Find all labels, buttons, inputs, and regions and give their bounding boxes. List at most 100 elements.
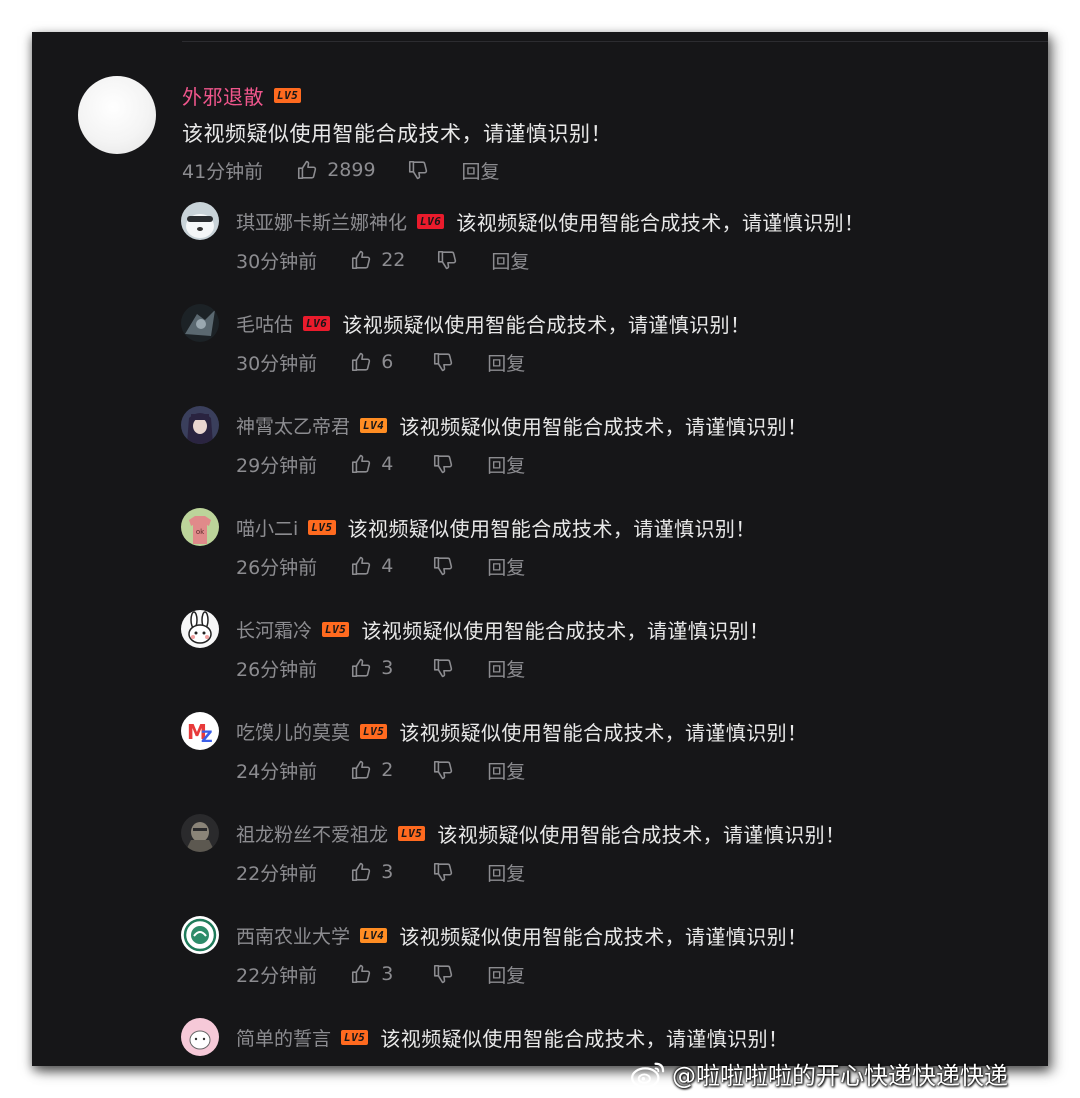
comment-actions: 29分钟前 4 回复 bbox=[236, 450, 525, 478]
comment-text: 该视频疑似使用智能合成技术，请谨慎识别！ bbox=[399, 924, 808, 949]
reply-comment: 祖龙粉丝不爱祖龙 LV5 该视频疑似使用智能合成技术，请谨慎识别！ 22分钟前 … bbox=[32, 814, 1048, 916]
reply-button[interactable]: 回复 bbox=[487, 451, 525, 478]
reply-header: 吃馍儿的莫莫 LV5 该视频疑似使用智能合成技术，请谨慎识别！ bbox=[236, 717, 807, 745]
username[interactable]: 毛咕估 bbox=[236, 310, 293, 337]
armored-character-avatar[interactable] bbox=[181, 814, 219, 852]
husky-avatar[interactable] bbox=[181, 202, 219, 240]
reply-button[interactable]: 回复 bbox=[487, 961, 525, 988]
comment-text: 该视频疑似使用智能合成技术，请谨慎识别！ bbox=[182, 122, 612, 146]
comment-text: 该视频疑似使用智能合成技术，请谨慎识别！ bbox=[342, 312, 751, 337]
reply-comment: 西南农业大学 LV4 该视频疑似使用智能合成技术，请谨慎识别！ 22分钟前 3 … bbox=[32, 916, 1048, 1018]
thumbs-up-icon[interactable] bbox=[349, 860, 373, 884]
thumbs-down-icon[interactable] bbox=[431, 350, 455, 374]
comment-actions: 30分钟前 22 回复 bbox=[236, 246, 529, 274]
thumbs-down-icon[interactable] bbox=[431, 758, 455, 782]
reply-button[interactable]: 回复 bbox=[487, 859, 525, 886]
timestamp: 22分钟前 bbox=[236, 964, 318, 987]
timestamp: 30分钟前 bbox=[236, 250, 318, 273]
svg-text:Z: Z bbox=[201, 727, 213, 746]
thumbs-down-icon[interactable] bbox=[431, 962, 455, 986]
pink-sketch-avatar[interactable] bbox=[181, 1018, 219, 1056]
thumbs-up-icon[interactable] bbox=[349, 554, 373, 578]
comment-text: 该视频疑似使用智能合成技术，请谨慎识别！ bbox=[347, 516, 756, 541]
reply-header: 西南农业大学 LV4 该视频疑似使用智能合成技术，请谨慎识别！ bbox=[236, 921, 807, 949]
reply-button[interactable]: 回复 bbox=[487, 349, 525, 376]
weibo-logo-icon bbox=[631, 1062, 665, 1088]
anime-girl-avatar[interactable] bbox=[181, 406, 219, 444]
cartoon-rabbit-avatar[interactable] bbox=[181, 610, 219, 648]
level-badge: LV5 bbox=[308, 519, 336, 535]
level-badge: LV5 bbox=[274, 87, 302, 103]
username[interactable]: 简单的誓言 bbox=[236, 1024, 331, 1051]
reply-header: 长河霜冷 LV5 该视频疑似使用智能合成技术，请谨慎识别！ bbox=[236, 615, 769, 643]
reply-comment: MZ 吃馍儿的莫莫 LV5 该视频疑似使用智能合成技术，请谨慎识别！ 24分钟前… bbox=[32, 712, 1048, 814]
level-badge: LV6 bbox=[417, 213, 445, 229]
university-emblem-avatar[interactable] bbox=[181, 916, 219, 954]
thumbs-up-icon[interactable] bbox=[349, 962, 373, 986]
username[interactable]: 喵小二i bbox=[236, 514, 298, 541]
thumbs-up-icon[interactable] bbox=[349, 758, 373, 782]
reply-header: 毛咕估 LV6 该视频疑似使用智能合成技术，请谨慎识别！ bbox=[236, 309, 750, 337]
username[interactable]: 西南农业大学 bbox=[236, 922, 350, 949]
like-count: 3 bbox=[381, 963, 394, 985]
thumbs-up-icon[interactable] bbox=[349, 248, 373, 272]
comment-actions: 41分钟前 2899 回复 bbox=[182, 156, 500, 184]
top-divider bbox=[182, 41, 1048, 42]
username[interactable]: 祖龙粉丝不爱祖龙 bbox=[236, 820, 388, 847]
thumbs-down-icon[interactable] bbox=[431, 554, 455, 578]
watermark: @啦啦啦啦的开心快递快递快递 bbox=[630, 1056, 1008, 1091]
comment-actions: 22分钟前 3 回复 bbox=[236, 858, 525, 886]
username[interactable]: 长河霜冷 bbox=[236, 616, 312, 643]
level-badge: LV6 bbox=[303, 315, 331, 331]
thumbs-down-icon[interactable] bbox=[431, 656, 455, 680]
level-badge: LV5 bbox=[341, 1029, 369, 1045]
thumbs-up-icon[interactable] bbox=[295, 158, 319, 182]
thumbs-down-icon[interactable] bbox=[435, 248, 459, 272]
watermark-text: @啦啦啦啦的开心快递快递快递 bbox=[672, 1062, 1008, 1090]
like-count: 4 bbox=[381, 555, 394, 577]
reply-comment: ok 喵小二i LV5 该视频疑似使用智能合成技术，请谨慎识别！ 26分钟前 4… bbox=[32, 508, 1048, 610]
reply-button[interactable]: 回复 bbox=[487, 655, 525, 682]
reply-comment: 神霄太乙帝君 LV4 该视频疑似使用智能合成技术，请谨慎识别！ 29分钟前 4 … bbox=[32, 406, 1048, 508]
comment-text: 该视频疑似使用智能合成技术，请谨慎识别！ bbox=[399, 720, 808, 745]
mz-letter-avatar[interactable]: MZ bbox=[181, 712, 219, 750]
thumbs-down-icon[interactable] bbox=[431, 860, 455, 884]
timestamp: 26分钟前 bbox=[236, 556, 318, 579]
thumbs-down-icon[interactable] bbox=[431, 452, 455, 476]
username[interactable]: 琪亚娜卡斯兰娜神化 bbox=[236, 208, 407, 235]
reply-header: 祖龙粉丝不爱祖龙 LV5 该视频疑似使用智能合成技术，请谨慎识别！ bbox=[236, 819, 845, 847]
thumbs-up-icon[interactable] bbox=[349, 350, 373, 374]
reply-header: 琪亚娜卡斯兰娜神化 LV6 该视频疑似使用智能合成技术，请谨慎识别！ bbox=[236, 207, 864, 235]
username[interactable]: 神霄太乙帝君 bbox=[236, 412, 350, 439]
avatar[interactable] bbox=[78, 76, 156, 154]
timestamp: 24分钟前 bbox=[236, 760, 318, 783]
pink-tshirt-avatar[interactable]: ok bbox=[181, 508, 219, 546]
reply-button[interactable]: 回复 bbox=[462, 157, 500, 184]
like-count: 3 bbox=[381, 861, 394, 883]
like-count: 6 bbox=[381, 351, 394, 373]
dark-character-avatar[interactable] bbox=[181, 304, 219, 342]
comment-text: 该视频疑似使用智能合成技术，请谨慎识别！ bbox=[361, 618, 770, 643]
level-badge: LV4 bbox=[360, 927, 388, 943]
comment-actions: 24分钟前 2 回复 bbox=[236, 756, 525, 784]
reply-button[interactable]: 回复 bbox=[491, 247, 529, 274]
username[interactable]: 外邪退散 bbox=[182, 81, 264, 110]
thumbs-down-icon[interactable] bbox=[406, 158, 430, 182]
level-badge: LV5 bbox=[360, 723, 388, 739]
timestamp: 29分钟前 bbox=[236, 454, 318, 477]
reply-header: 神霄太乙帝君 LV4 该视频疑似使用智能合成技术，请谨慎识别！ bbox=[236, 411, 807, 439]
reply-button[interactable]: 回复 bbox=[487, 553, 525, 580]
svg-text:ok: ok bbox=[196, 528, 205, 536]
reply-comment: 琪亚娜卡斯兰娜神化 LV6 该视频疑似使用智能合成技术，请谨慎识别！ 30分钟前… bbox=[32, 202, 1048, 304]
comment-actions: 26分钟前 3 回复 bbox=[236, 654, 525, 682]
comment-text: 该视频疑似使用智能合成技术，请谨慎识别！ bbox=[380, 1026, 789, 1051]
like-count: 22 bbox=[381, 249, 406, 271]
level-badge: LV5 bbox=[322, 621, 350, 637]
reply-button[interactable]: 回复 bbox=[487, 757, 525, 784]
thumbs-up-icon[interactable] bbox=[349, 656, 373, 680]
thumbs-up-icon[interactable] bbox=[349, 452, 373, 476]
username[interactable]: 吃馍儿的莫莫 bbox=[236, 718, 350, 745]
top-comment-header: 外邪退散 LV5 bbox=[182, 81, 302, 110]
timestamp: 26分钟前 bbox=[236, 658, 318, 681]
level-badge: LV5 bbox=[398, 825, 426, 841]
